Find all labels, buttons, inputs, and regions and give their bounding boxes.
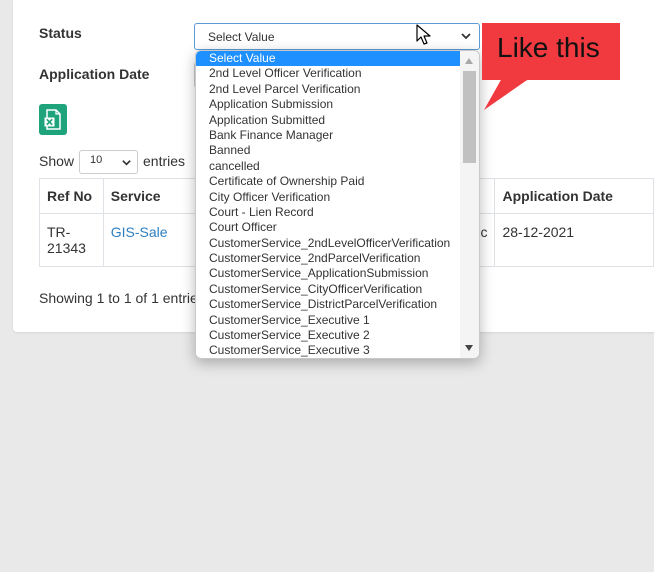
page-length-select[interactable]: 10 — [79, 150, 138, 174]
status-select[interactable]: Select Value — [194, 23, 480, 50]
column-header-application-date[interactable]: Application Date — [494, 178, 654, 214]
dropdown-option[interactable]: CustomerService_ApplicationSubmission — [196, 266, 460, 281]
scroll-up-arrow-icon[interactable] — [465, 58, 473, 64]
callout-text: Like this — [497, 32, 600, 63]
application-date-label: Application Date — [39, 66, 150, 82]
dropdown-option[interactable]: Court - Lien Record — [196, 205, 460, 220]
dropdown-option[interactable]: CustomerService_DistrictParcelVerificati… — [196, 297, 460, 312]
dropdown-option[interactable]: Select Value — [196, 51, 460, 67]
dropdown-option[interactable]: 2nd Level Parcel Verification — [196, 82, 460, 97]
dropdown-options: Select Value 2nd Level Officer Verificati… — [196, 51, 460, 358]
table-info: Showing 1 to 1 of 1 entries — [39, 290, 205, 306]
dropdown-option[interactable]: Certificate of Ownership Paid — [196, 174, 460, 189]
dropdown-option[interactable]: cancelled — [196, 159, 460, 174]
scroll-down-arrow-icon[interactable] — [465, 345, 473, 351]
status-select-value: Select Value — [208, 30, 275, 44]
dropdown-option[interactable]: 2nd Level Officer Verification — [196, 66, 460, 81]
callout-pointer — [484, 78, 530, 110]
scroll-thumb[interactable] — [463, 71, 476, 163]
dropdown-scrollbar[interactable] — [460, 51, 479, 358]
excel-export-icon[interactable] — [39, 104, 67, 135]
dropdown-option[interactable]: Banned — [196, 143, 460, 158]
column-header-ref-no[interactable]: Ref No — [39, 178, 104, 214]
dropdown-option[interactable]: Application Submission — [196, 97, 460, 112]
dropdown-option[interactable]: Court Officer — [196, 220, 460, 235]
page-length-value: 10 — [90, 154, 103, 166]
mouse-pointer-icon — [416, 24, 431, 45]
entries-label: entries — [143, 153, 186, 169]
status-dropdown-list[interactable]: Select Value 2nd Level Officer Verificati… — [195, 50, 480, 359]
cell-ref-no: TR-21343 — [39, 213, 104, 267]
show-label: Show — [39, 153, 75, 169]
dropdown-option[interactable]: CustomerService_Executive 3 — [196, 343, 460, 358]
dropdown-option[interactable]: CustomerService_Executive 1 — [196, 313, 460, 328]
dropdown-option[interactable]: CustomerService_CityOfficerVerification — [196, 282, 460, 297]
chevron-down-icon — [461, 33, 471, 40]
annotation-callout: Like this — [482, 23, 620, 80]
dropdown-option[interactable]: CustomerService_Executive 2 — [196, 328, 460, 343]
cell-application-date: 28-12-2021 — [494, 213, 654, 267]
service-link[interactable]: GIS-Sale — [111, 224, 168, 240]
dropdown-option[interactable]: CustomerService_2ndParcelVerification — [196, 251, 460, 266]
dropdown-option[interactable]: Bank Finance Manager — [196, 128, 460, 143]
chevron-down-icon — [122, 160, 131, 166]
dropdown-option[interactable]: CustomerService_2ndLevelOfficerVerificat… — [196, 236, 460, 251]
status-label: Status — [39, 25, 82, 41]
dropdown-option[interactable]: Application Submitted — [196, 113, 460, 128]
dropdown-option[interactable]: City Officer Verification — [196, 190, 460, 205]
